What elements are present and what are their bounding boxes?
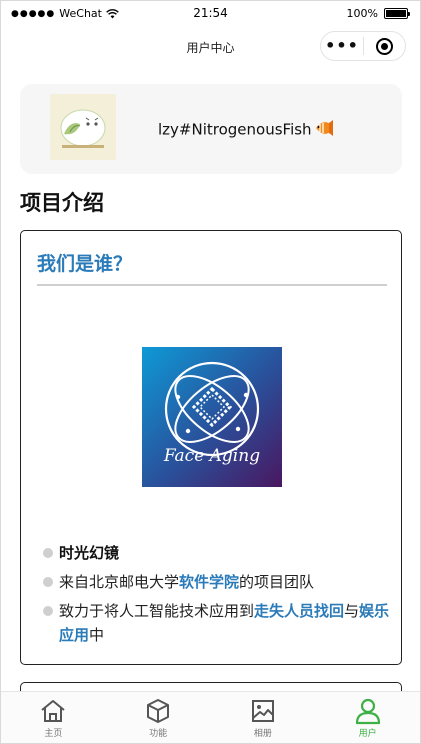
close-target-icon <box>375 37 393 55</box>
avatar-image <box>50 94 116 160</box>
face-aging-logo: Face Aging <box>142 347 282 487</box>
status-right: 100% <box>346 7 410 20</box>
list-item: 时光幻镜 <box>41 541 391 565</box>
tab-label: 主页 <box>44 729 63 739</box>
avatar[interactable] <box>50 94 116 160</box>
logo-text: Face Aging <box>163 446 260 466</box>
bullet-text: 中 <box>89 626 105 644</box>
fish-emoji-icon <box>314 120 334 140</box>
app-frame: ●●●●● WeChat 21:54 100% 用户中心 ••• lzy#Nit… <box>0 0 421 744</box>
bullet-text: 的项目团队 <box>239 573 315 591</box>
user-icon <box>355 698 380 725</box>
battery-icon <box>384 8 410 19</box>
bullet-text: 致力于将人工智能技术应用到 <box>59 602 255 620</box>
tab-label: 相册 <box>253 729 272 739</box>
bullet-text: 来自北京邮电大学 <box>59 573 180 591</box>
list-item: 来自北京邮电大学软件学院的项目团队 <box>41 570 391 594</box>
bullet-text: 与 <box>344 602 360 620</box>
tab-album[interactable]: 相册 <box>211 692 316 743</box>
status-bar: ●●●●● WeChat 21:54 100% <box>1 1 420 27</box>
username-text: lzy#NitrogenousFish <box>158 120 312 139</box>
cube-icon <box>147 699 170 723</box>
close-button[interactable] <box>364 37 405 55</box>
battery-fill <box>386 10 406 17</box>
album-icon <box>251 700 274 722</box>
bullet-highlight: 走失人员找回 <box>254 602 345 620</box>
mini-program-capsule: ••• <box>320 31 406 61</box>
heading-divider <box>37 284 387 286</box>
username: lzy#NitrogenousFish <box>158 120 334 140</box>
tab-features[interactable]: 功能 <box>106 692 211 743</box>
bullet-highlight: 软件学院 <box>179 573 240 591</box>
section-title: 项目介绍 <box>20 191 104 215</box>
more-menu-button[interactable]: ••• <box>321 32 363 60</box>
tab-user[interactable]: 用户 <box>315 692 420 743</box>
bullet-text: 时光幻镜 <box>59 544 120 562</box>
list-item: 致力于将人工智能技术应用到走失人员找回与娱乐应用中 <box>41 599 391 647</box>
tab-label: 功能 <box>149 729 168 739</box>
intro-card: 我们是谁？ Face Aging 时光幻镜 来自北京邮电大学软件学院的项目团队 … <box>20 230 402 665</box>
tab-bar: 主页 功能 相册 用户 <box>1 691 420 743</box>
profile-card[interactable]: lzy#NitrogenousFish <box>20 84 402 174</box>
tab-home[interactable]: 主页 <box>1 692 106 743</box>
home-icon <box>41 700 66 722</box>
nav-bar: 用户中心 ••• <box>1 27 420 67</box>
intro-bullet-list: 时光幻镜 来自北京邮电大学软件学院的项目团队 致力于将人工智能技术应用到走失人员… <box>41 541 391 652</box>
tab-label: 用户 <box>358 729 377 739</box>
battery-percent: 100% <box>346 7 378 20</box>
intro-heading: 我们是谁？ <box>37 253 133 275</box>
